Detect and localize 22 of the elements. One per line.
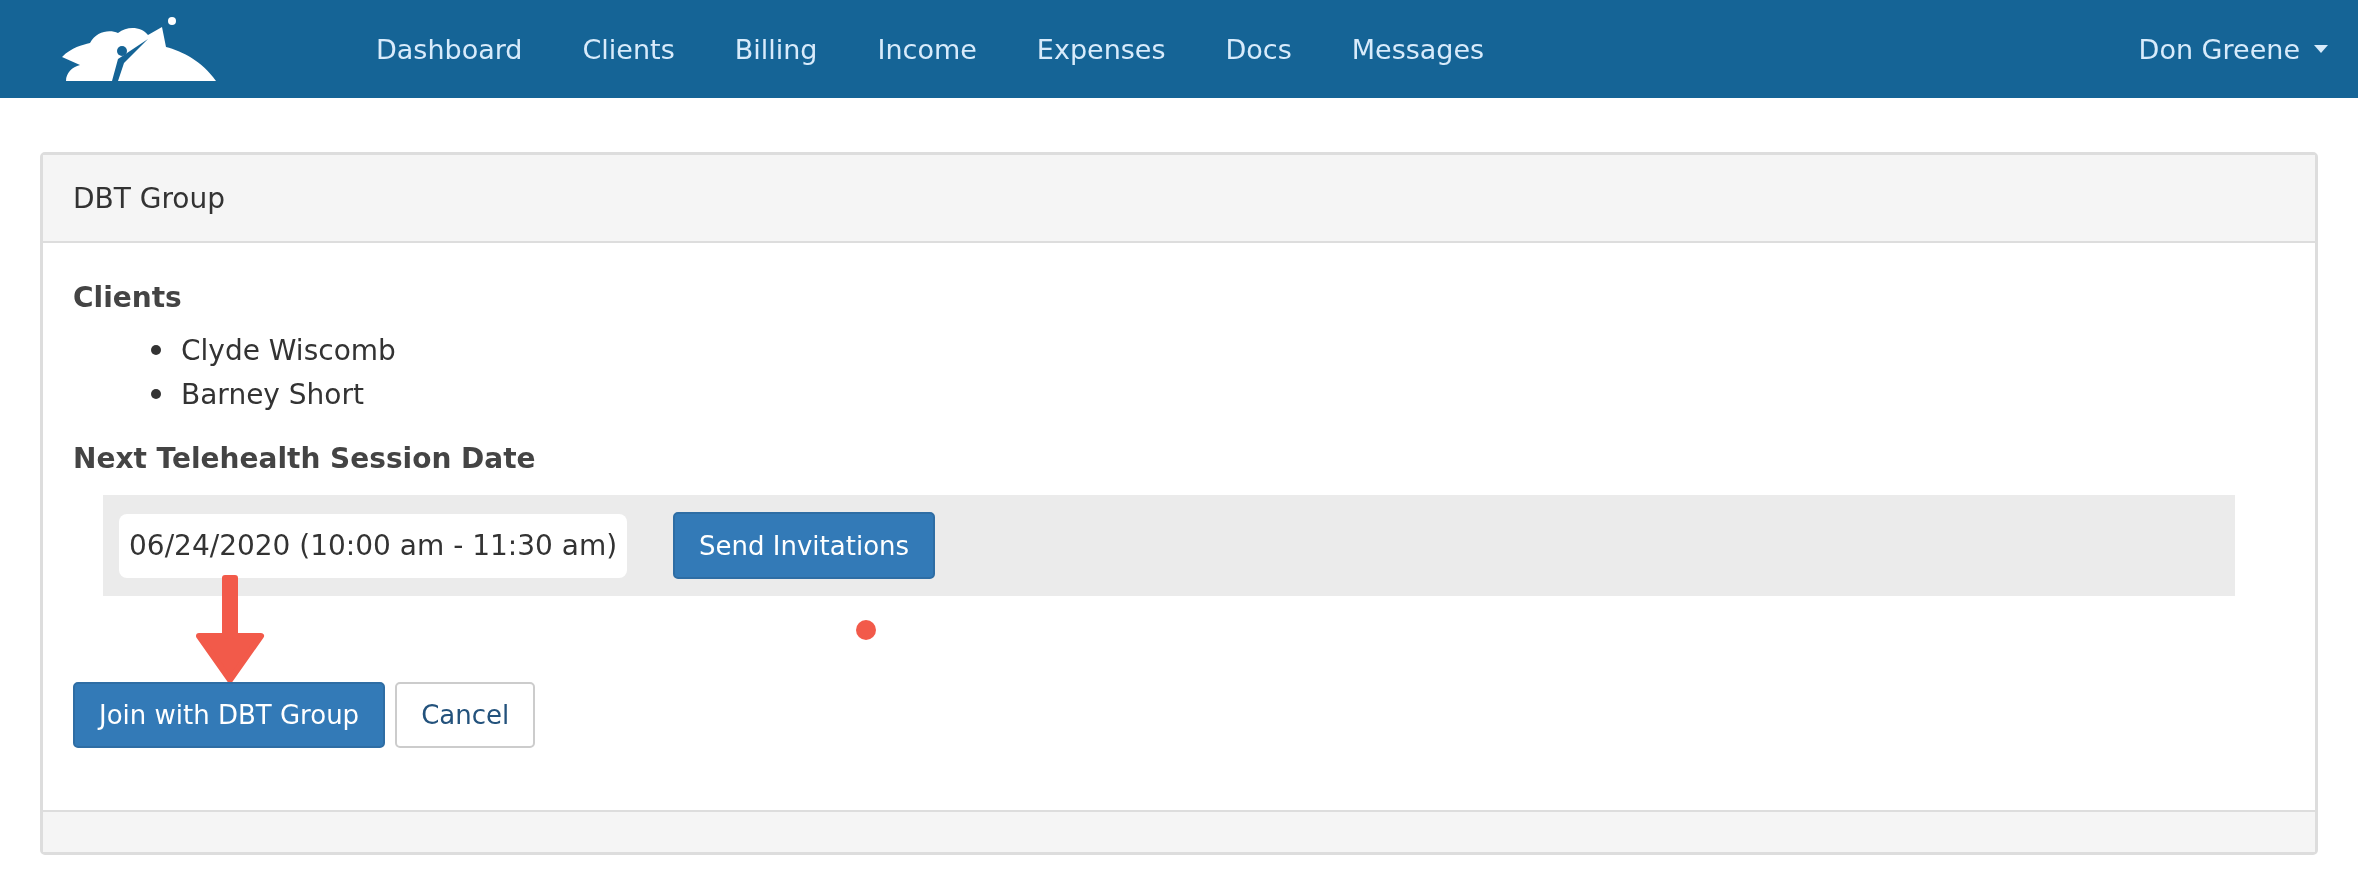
bullet-icon <box>151 389 161 399</box>
nav-link[interactable]: Clients <box>552 33 705 65</box>
user-menu[interactable]: Don Greene <box>2138 33 2328 65</box>
marker-dot <box>855 619 877 641</box>
logo-icon <box>62 17 216 81</box>
caret-icon <box>2314 45 2328 53</box>
nav-link[interactable]: Income <box>847 33 1007 65</box>
nav-link[interactable]: Dashboard <box>346 33 553 65</box>
bullet-icon <box>151 345 161 355</box>
section-heading: Clients <box>73 281 183 314</box>
nav-link[interactable]: Messages <box>1321 33 1515 65</box>
nav-link[interactable]: Billing <box>704 33 848 65</box>
section-heading: Next Telehealth Session Date <box>73 442 537 475</box>
client-name: Clyde Wiscomb <box>181 333 396 367</box>
send-invitations-button[interactable]: Send Invitations <box>673 512 936 579</box>
session-date: 06/24/2020 (10:00 am - 11:30 am) <box>119 513 628 578</box>
nav-link[interactable]: Docs <box>1195 33 1322 65</box>
panel-title: DBT Group <box>73 181 226 215</box>
client-name: Barney Short <box>181 377 364 411</box>
nav-link[interactable]: Expenses <box>1006 33 1196 65</box>
cancel-button[interactable]: Cancel <box>395 682 536 748</box>
join-button[interactable]: Join with DBT Group <box>73 682 386 748</box>
